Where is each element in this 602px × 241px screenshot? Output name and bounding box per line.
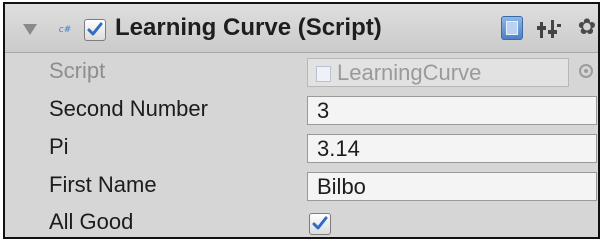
gear-icon[interactable]: ✿ [575,10,598,46]
component-header[interactable]: c# Learning Curve (Script) ✿ [5,4,598,53]
property-row-pi: Pi 3.14 [5,128,598,166]
foldout-triangle-icon[interactable] [23,24,37,35]
script-label: Script [49,58,106,83]
help-book-icon[interactable] [501,16,523,40]
script-object-field[interactable]: LearningCurve [307,58,569,87]
property-row-all-good: All Good [5,203,598,237]
csharp-script-icon: c# [58,25,72,35]
inspector-component-panel: c# Learning Curve (Script) ✿ Script Lear… [3,2,600,239]
script-object-value: LearningCurve [337,60,482,85]
property-row-second-number: Second Number 3 [5,90,598,128]
all-good-checkbox[interactable] [309,213,331,235]
all-good-label: All Good [49,209,134,234]
checkmark-icon [87,22,103,36]
first-name-label: First Name [49,172,157,197]
property-row-script: Script LearningCurve [5,52,598,90]
preset-sliders-icon[interactable] [537,18,561,40]
property-row-first-name: First Name Bilbo [5,166,598,204]
object-picker-icon[interactable] [579,64,593,78]
second-number-label: Second Number [49,96,208,121]
pi-label: Pi [49,134,69,159]
pi-field[interactable]: 3.14 [307,134,597,163]
component-title: Learning Curve (Script) [115,14,382,41]
component-enabled-checkbox[interactable] [84,19,106,41]
checkmark-icon [312,216,328,230]
second-number-field[interactable]: 3 [307,96,597,125]
first-name-field[interactable]: Bilbo [307,172,597,201]
script-asset-icon [316,66,331,82]
